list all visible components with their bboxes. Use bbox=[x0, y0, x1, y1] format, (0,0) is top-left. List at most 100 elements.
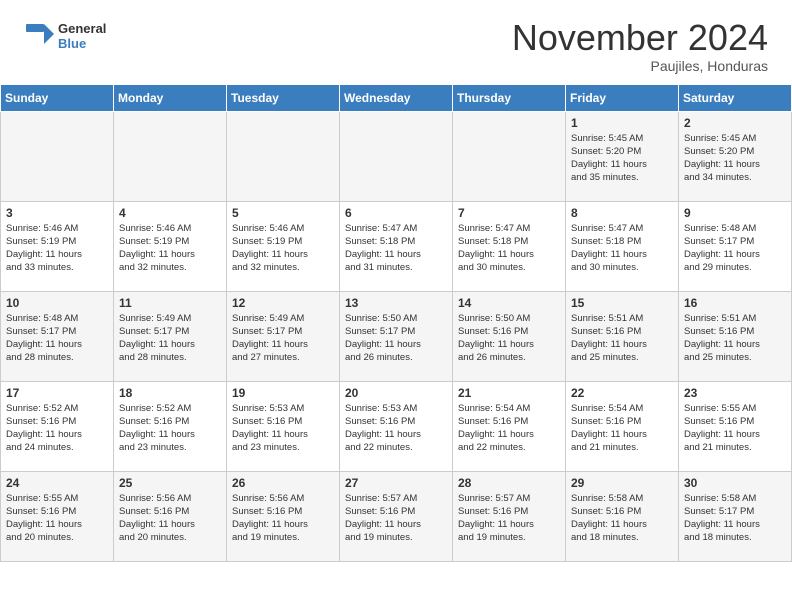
table-row: 11 Sunrise: 5:49 AM Sunset: 5:17 PM Dayli… bbox=[114, 291, 227, 381]
page: General Blue November 2024 Paujiles, Hon… bbox=[0, 0, 792, 562]
col-thursday: Thursday bbox=[453, 84, 566, 111]
table-row bbox=[1, 111, 114, 201]
table-row: 9 Sunrise: 5:48 AM Sunset: 5:17 PM Daylig… bbox=[679, 201, 792, 291]
day-details: Sunrise: 5:57 AM Sunset: 5:16 PM Dayligh… bbox=[458, 492, 560, 545]
day-details: Sunrise: 5:46 AM Sunset: 5:19 PM Dayligh… bbox=[119, 222, 221, 275]
day-number: 15 bbox=[571, 296, 673, 310]
table-row: 30 Sunrise: 5:58 AM Sunset: 5:17 PM Dayli… bbox=[679, 471, 792, 561]
calendar-week-row: 24Sunrise: 5:55 AM Sunset: 5:16 PM Dayli… bbox=[1, 471, 792, 561]
day-details: Sunrise: 5:45 AM Sunset: 5:20 PM Dayligh… bbox=[684, 132, 786, 185]
table-row: 16Sunrise: 5:51 AM Sunset: 5:16 PM Dayli… bbox=[679, 291, 792, 381]
day-details: Sunrise: 5:47 AM Sunset: 5:18 PM Dayligh… bbox=[571, 222, 673, 275]
table-row: 5 Sunrise: 5:46 AM Sunset: 5:19 PM Daylig… bbox=[227, 201, 340, 291]
col-friday: Friday bbox=[566, 84, 679, 111]
table-row: 28 Sunrise: 5:57 AM Sunset: 5:16 PM Dayli… bbox=[453, 471, 566, 561]
day-details: Sunrise: 5:51 AM Sunset: 5:16 PM Dayligh… bbox=[571, 312, 673, 365]
day-number: 25 bbox=[119, 476, 221, 490]
day-number: 28 bbox=[458, 476, 560, 490]
day-number: 11 bbox=[119, 296, 221, 310]
day-number: 3 bbox=[6, 206, 108, 220]
table-row: 26 Sunrise: 5:56 AM Sunset: 5:16 PM Dayli… bbox=[227, 471, 340, 561]
header: General Blue November 2024 Paujiles, Hon… bbox=[0, 0, 792, 84]
day-number: 10 bbox=[6, 296, 108, 310]
day-details: Sunrise: 5:58 AM Sunset: 5:17 PM Dayligh… bbox=[684, 492, 786, 545]
day-details: Sunrise: 5:45 AM Sunset: 5:20 PM Dayligh… bbox=[571, 132, 673, 185]
table-row: 20 Sunrise: 5:53 AM Sunset: 5:16 PM Dayli… bbox=[340, 381, 453, 471]
col-saturday: Saturday bbox=[679, 84, 792, 111]
day-details: Sunrise: 5:54 AM Sunset: 5:16 PM Dayligh… bbox=[571, 402, 673, 455]
day-number: 19 bbox=[232, 386, 334, 400]
day-details: Sunrise: 5:49 AM Sunset: 5:17 PM Dayligh… bbox=[232, 312, 334, 365]
table-row: 2 Sunrise: 5:45 AM Sunset: 5:20 PM Daylig… bbox=[679, 111, 792, 201]
table-row: 6Sunrise: 5:47 AM Sunset: 5:18 PM Daylig… bbox=[340, 201, 453, 291]
day-number: 7 bbox=[458, 206, 560, 220]
table-row: 7 Sunrise: 5:47 AM Sunset: 5:18 PM Daylig… bbox=[453, 201, 566, 291]
day-number: 17 bbox=[6, 386, 108, 400]
table-row: 22 Sunrise: 5:54 AM Sunset: 5:16 PM Dayli… bbox=[566, 381, 679, 471]
day-details: Sunrise: 5:50 AM Sunset: 5:17 PM Dayligh… bbox=[345, 312, 447, 365]
day-details: Sunrise: 5:48 AM Sunset: 5:17 PM Dayligh… bbox=[684, 222, 786, 275]
generalblue-logo-icon bbox=[24, 18, 56, 50]
day-number: 16 bbox=[684, 296, 786, 310]
day-number: 8 bbox=[571, 206, 673, 220]
day-details: Sunrise: 5:55 AM Sunset: 5:16 PM Dayligh… bbox=[6, 492, 108, 545]
day-details: Sunrise: 5:57 AM Sunset: 5:16 PM Dayligh… bbox=[345, 492, 447, 545]
day-details: Sunrise: 5:56 AM Sunset: 5:16 PM Dayligh… bbox=[119, 492, 221, 545]
day-details: Sunrise: 5:56 AM Sunset: 5:16 PM Dayligh… bbox=[232, 492, 334, 545]
day-details: Sunrise: 5:58 AM Sunset: 5:16 PM Dayligh… bbox=[571, 492, 673, 545]
table-row: 25 Sunrise: 5:56 AM Sunset: 5:16 PM Dayli… bbox=[114, 471, 227, 561]
table-row: 18Sunrise: 5:52 AM Sunset: 5:16 PM Dayli… bbox=[114, 381, 227, 471]
col-sunday: Sunday bbox=[1, 84, 114, 111]
table-row: 17 Sunrise: 5:52 AM Sunset: 5:16 PM Dayli… bbox=[1, 381, 114, 471]
table-row: 21 Sunrise: 5:54 AM Sunset: 5:16 PM Dayli… bbox=[453, 381, 566, 471]
calendar-header-row: Sunday Monday Tuesday Wednesday Thursday… bbox=[1, 84, 792, 111]
table-row bbox=[453, 111, 566, 201]
day-number: 14 bbox=[458, 296, 560, 310]
day-details: Sunrise: 5:53 AM Sunset: 5:16 PM Dayligh… bbox=[232, 402, 334, 455]
logo-blue: Blue bbox=[58, 37, 106, 51]
location: Paujiles, Honduras bbox=[512, 58, 768, 74]
table-row: 23 Sunrise: 5:55 AM Sunset: 5:16 PM Dayli… bbox=[679, 381, 792, 471]
calendar-week-row: 10 Sunrise: 5:48 AM Sunset: 5:17 PM Dayli… bbox=[1, 291, 792, 381]
day-number: 18 bbox=[119, 386, 221, 400]
col-tuesday: Tuesday bbox=[227, 84, 340, 111]
day-details: Sunrise: 5:50 AM Sunset: 5:16 PM Dayligh… bbox=[458, 312, 560, 365]
day-number: 21 bbox=[458, 386, 560, 400]
day-details: Sunrise: 5:47 AM Sunset: 5:18 PM Dayligh… bbox=[458, 222, 560, 275]
col-wednesday: Wednesday bbox=[340, 84, 453, 111]
day-number: 6 bbox=[345, 206, 447, 220]
table-row bbox=[227, 111, 340, 201]
day-number: 9 bbox=[684, 206, 786, 220]
col-monday: Monday bbox=[114, 84, 227, 111]
day-details: Sunrise: 5:53 AM Sunset: 5:16 PM Dayligh… bbox=[345, 402, 447, 455]
day-number: 23 bbox=[684, 386, 786, 400]
day-details: Sunrise: 5:54 AM Sunset: 5:16 PM Dayligh… bbox=[458, 402, 560, 455]
day-details: Sunrise: 5:52 AM Sunset: 5:16 PM Dayligh… bbox=[6, 402, 108, 455]
day-number: 13 bbox=[345, 296, 447, 310]
table-row: 3Sunrise: 5:46 AM Sunset: 5:19 PM Daylig… bbox=[1, 201, 114, 291]
day-details: Sunrise: 5:49 AM Sunset: 5:17 PM Dayligh… bbox=[119, 312, 221, 365]
table-row: 10 Sunrise: 5:48 AM Sunset: 5:17 PM Dayli… bbox=[1, 291, 114, 381]
day-number: 26 bbox=[232, 476, 334, 490]
day-number: 2 bbox=[684, 116, 786, 130]
day-details: Sunrise: 5:48 AM Sunset: 5:17 PM Dayligh… bbox=[6, 312, 108, 365]
calendar-week-row: 17 Sunrise: 5:52 AM Sunset: 5:16 PM Dayli… bbox=[1, 381, 792, 471]
table-row: 8 Sunrise: 5:47 AM Sunset: 5:18 PM Daylig… bbox=[566, 201, 679, 291]
table-row: 12 Sunrise: 5:49 AM Sunset: 5:17 PM Dayli… bbox=[227, 291, 340, 381]
calendar-week-row: 3 Sunrise: 5:46 AM Sunset: 5:19 PM Daylig… bbox=[1, 201, 792, 291]
day-number: 30 bbox=[684, 476, 786, 490]
day-number: 4 bbox=[119, 206, 221, 220]
day-details: Sunrise: 5:55 AM Sunset: 5:16 PM Dayligh… bbox=[684, 402, 786, 455]
month-title: November 2024 bbox=[512, 18, 768, 58]
logo: General Blue bbox=[24, 18, 106, 55]
table-row: 19 Sunrise: 5:53 AM Sunset: 5:16 PM Dayli… bbox=[227, 381, 340, 471]
day-number: 1 bbox=[571, 116, 673, 130]
calendar-week-row: 1 Sunrise: 5:45 AM Sunset: 5:20 PM Daylig… bbox=[1, 111, 792, 201]
table-row: 29Sunrise: 5:58 AM Sunset: 5:16 PM Dayli… bbox=[566, 471, 679, 561]
day-number: 12 bbox=[232, 296, 334, 310]
day-number: 22 bbox=[571, 386, 673, 400]
day-number: 20 bbox=[345, 386, 447, 400]
day-details: Sunrise: 5:46 AM Sunset: 5:19 PM Dayligh… bbox=[232, 222, 334, 275]
day-number: 5 bbox=[232, 206, 334, 220]
table-row: 27Sunrise: 5:57 AM Sunset: 5:16 PM Dayli… bbox=[340, 471, 453, 561]
